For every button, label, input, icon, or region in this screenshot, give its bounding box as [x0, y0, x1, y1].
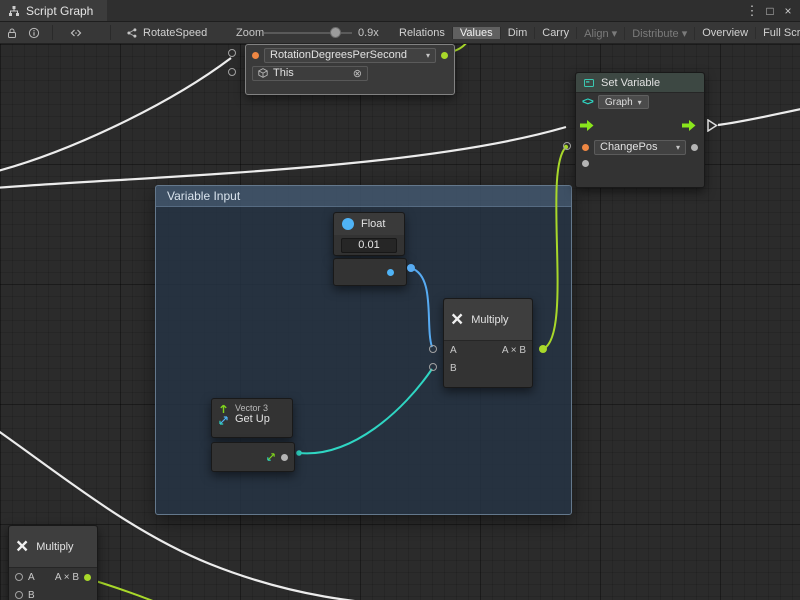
code-preview-icon[interactable] — [66, 22, 86, 44]
value-output-port[interactable] — [691, 144, 698, 151]
graph-toolbar: RotateSpeed Zoom 0.9x Relations Values D… — [0, 22, 800, 44]
node-title: Get Up — [235, 413, 270, 426]
variable-type-dot — [582, 144, 589, 151]
vector3-type-icon — [266, 452, 276, 462]
overview-button[interactable]: Overview — [695, 27, 756, 39]
flow-out-arrow-icon[interactable] — [682, 119, 696, 132]
multiply-icon: × — [16, 536, 28, 557]
port-label-out: A × B — [55, 572, 79, 583]
toolbar-buttons: Relations Values Dim Carry Align ▾ Distr… — [392, 22, 800, 44]
wire-control-flow-2[interactable] — [0, 127, 566, 188]
zoom-slider-knob[interactable] — [330, 27, 341, 38]
zoom-value: 0.9x — [358, 22, 379, 44]
group-title[interactable]: Variable Input — [156, 186, 571, 207]
variable-type-dot — [252, 52, 259, 59]
carry-button[interactable]: Carry — [535, 27, 577, 39]
variable-name: ChangePos — [600, 141, 658, 153]
wire-control-flow-4[interactable] — [718, 108, 800, 125]
get-variable-node[interactable]: RotationDegreesPerSecond ▾ This ⊗ — [245, 44, 455, 95]
window-controls: ⋮ □ × — [744, 0, 800, 21]
tab-script-graph[interactable]: Script Graph — [0, 0, 107, 21]
fullscreen-button[interactable]: Full Screen — [756, 27, 800, 39]
script-graph-icon — [8, 5, 20, 17]
graph-canvas[interactable]: Variable Input RotationDe — [0, 44, 800, 600]
scope-label: Graph — [605, 97, 633, 108]
port-label-a: A — [28, 572, 35, 583]
port-label-out: A × B — [502, 345, 526, 356]
window-close-icon[interactable]: × — [780, 4, 796, 18]
toolbar-separator — [52, 25, 53, 40]
flow-in-arrow-icon[interactable] — [580, 119, 594, 132]
float-type-icon — [341, 217, 355, 231]
multiply-input-b-port[interactable] — [429, 363, 437, 371]
get-up-node[interactable]: Vector 3 Get Up — [211, 398, 293, 438]
dim-button[interactable]: Dim — [501, 27, 536, 39]
multiply-node-2[interactable]: × Multiply A A × B B — [8, 525, 98, 600]
zoom-slider[interactable] — [264, 22, 352, 44]
multiply2-input-b-port[interactable] — [15, 591, 23, 599]
float-value-input[interactable]: 0.01 — [341, 238, 397, 253]
embed-graph-icon: <> — [582, 96, 593, 108]
float-node[interactable]: Float 0.01 — [333, 212, 405, 256]
set-variable-icon — [583, 77, 595, 89]
values-button[interactable]: Values — [453, 27, 501, 39]
info-icon[interactable] — [24, 22, 44, 44]
window-maximize-icon[interactable]: □ — [762, 4, 778, 18]
set-variable-value-port[interactable] — [563, 142, 571, 150]
get-variable-input-port-1[interactable] — [228, 49, 236, 57]
multiply-icon: × — [451, 309, 463, 330]
float-output-dot[interactable] — [387, 269, 394, 276]
multiply2-output-port[interactable] — [84, 574, 91, 581]
zoom-label: Zoom — [236, 22, 264, 44]
toolbar-separator — [110, 25, 111, 40]
gameobject-cube-icon — [258, 68, 268, 78]
node-title: Float — [361, 218, 385, 230]
value-input-port[interactable] — [582, 160, 589, 167]
graph-name: RotateSpeed — [143, 27, 207, 39]
script-graph-window: Script Graph ⋮ □ × RotateSpeed Zoom — [0, 0, 800, 600]
port-label-b: B — [450, 363, 457, 374]
flow-out-triangle-icon[interactable] — [707, 119, 718, 132]
breadcrumb-graph[interactable]: RotateSpeed — [126, 22, 207, 44]
port-label-a: A — [450, 345, 457, 356]
multiply-node[interactable]: × Multiply A A × B B — [443, 298, 533, 388]
object-picker-icon[interactable]: ⊗ — [353, 67, 362, 80]
target-label: This — [273, 67, 294, 79]
get-up-port-strip[interactable] — [211, 442, 295, 472]
set-variable-dropdown[interactable]: ChangePos ▾ — [594, 140, 686, 155]
port-label-b: B — [28, 590, 35, 600]
node-title: Multiply — [36, 541, 73, 553]
graph-ref-icon — [126, 27, 138, 39]
wire-control-flow-1[interactable] — [0, 58, 231, 172]
chevron-down-icon: ▾ — [676, 143, 680, 152]
window-titlebar: Script Graph ⋮ □ × — [0, 0, 800, 22]
multiply-input-a-port[interactable] — [429, 345, 437, 353]
chevron-down-icon: ▾ — [638, 98, 642, 107]
set-variable-node[interactable]: Set Variable <> Graph ▾ Ch — [575, 72, 705, 188]
target-object-field[interactable]: This ⊗ — [252, 66, 368, 81]
up-arrow-icon — [218, 403, 229, 414]
scope-dropdown[interactable]: Graph ▾ — [598, 95, 649, 109]
multiply-output-port[interactable] — [539, 345, 547, 353]
node-title: Set Variable — [601, 77, 660, 89]
chevron-down-icon: ▾ — [426, 51, 430, 60]
relations-button[interactable]: Relations — [392, 27, 453, 39]
float-output-port[interactable] — [407, 264, 415, 272]
value-output-port[interactable] — [441, 52, 448, 59]
wire-green-multiply2-out[interactable] — [86, 578, 170, 600]
vector-output-port[interactable] — [281, 454, 288, 461]
get-variable-input-port-2[interactable] — [228, 68, 236, 76]
window-title: Script Graph — [26, 4, 93, 18]
multiply2-input-a-port[interactable] — [15, 573, 23, 581]
vector3-axes-icon — [218, 415, 229, 426]
align-dropdown-button[interactable]: Align ▾ — [577, 27, 625, 40]
float-port-strip[interactable] — [333, 258, 407, 286]
variable-name-dropdown[interactable]: RotationDegreesPerSecond ▾ — [264, 48, 436, 63]
lock-icon[interactable] — [2, 22, 22, 44]
node-type-label: Vector 3 — [235, 403, 270, 413]
window-menu-icon[interactable]: ⋮ — [744, 3, 760, 19]
distribute-dropdown-button[interactable]: Distribute ▾ — [625, 27, 695, 40]
node-title: Multiply — [471, 314, 508, 326]
variable-name: RotationDegreesPerSecond — [270, 49, 407, 61]
